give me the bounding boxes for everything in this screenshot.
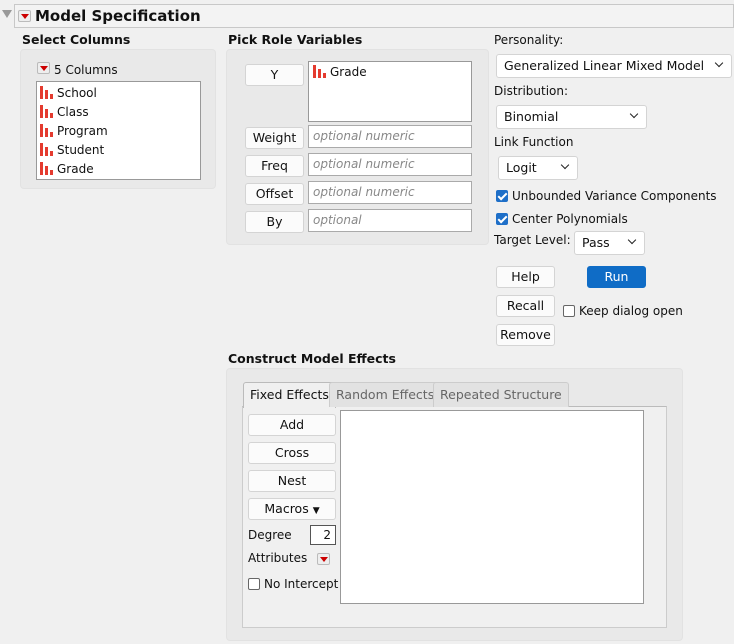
attributes-menu-icon[interactable]	[317, 553, 330, 565]
distribution-label: Distribution:	[494, 84, 569, 98]
attributes-label: Attributes	[248, 551, 308, 565]
select-columns-label: Select Columns	[22, 32, 131, 47]
pick-role-label: Pick Role Variables	[228, 32, 363, 47]
column-item[interactable]: Class	[40, 103, 197, 122]
column-name: School	[57, 86, 97, 100]
nest-button[interactable]: Nest	[248, 470, 336, 492]
tab-random-effects[interactable]: Random Effects	[329, 382, 442, 407]
offset-input[interactable]: optional numeric	[308, 181, 472, 204]
y-role-list[interactable]: Grade	[308, 61, 472, 122]
keep-open-label: Keep dialog open	[579, 304, 683, 318]
columns-menu-icon[interactable]	[37, 62, 50, 74]
target-value: Pass	[582, 235, 610, 250]
personality-label: Personality:	[494, 33, 564, 47]
chevron-down-icon	[714, 58, 724, 68]
chevron-down-icon	[627, 235, 637, 245]
checkbox-unchecked-icon	[248, 578, 260, 590]
add-button[interactable]: Add	[248, 414, 336, 436]
chevron-down-icon	[560, 160, 570, 170]
dropdown-arrow-icon: ▼	[312, 506, 320, 516]
model-effects-list[interactable]	[340, 410, 644, 604]
nominal-icon	[40, 105, 54, 118]
no-intercept-checkbox[interactable]: No Intercept	[248, 577, 338, 591]
nominal-icon	[40, 143, 54, 156]
by-input[interactable]: optional	[308, 209, 472, 232]
construct-effects-label: Construct Model Effects	[228, 351, 396, 366]
column-count: 5 Columns	[54, 63, 118, 77]
red-triangle-menu-icon[interactable]	[18, 10, 31, 22]
remove-button[interactable]: Remove	[496, 324, 555, 346]
cross-button[interactable]: Cross	[248, 442, 336, 464]
select-columns-panel: 5 Columns School Class Program Student Grade	[20, 49, 216, 189]
column-name: Class	[57, 105, 89, 119]
nominal-icon	[313, 65, 327, 78]
unbounded-checkbox[interactable]: Unbounded Variance Components	[496, 189, 717, 203]
distribution-select[interactable]: Binomial	[496, 105, 647, 129]
nominal-icon	[40, 86, 54, 99]
keep-dialog-open-checkbox[interactable]: Keep dialog open	[563, 304, 683, 318]
center-label: Center Polynomials	[512, 212, 628, 226]
checkbox-unchecked-icon	[563, 305, 575, 317]
no-intercept-label: No Intercept	[264, 577, 339, 591]
help-button[interactable]: Help	[496, 266, 555, 288]
checkbox-checked-icon	[496, 213, 508, 225]
nominal-icon	[40, 162, 54, 175]
recall-button[interactable]: Recall	[496, 295, 555, 317]
offset-button[interactable]: Offset	[245, 183, 304, 205]
freq-input[interactable]: optional numeric	[308, 153, 472, 176]
chevron-down-icon	[629, 109, 639, 119]
column-item[interactable]: Program	[40, 122, 197, 141]
unbounded-label: Unbounded Variance Components	[512, 189, 717, 203]
link-function-select[interactable]: Logit	[498, 156, 578, 180]
center-polynomials-checkbox[interactable]: Center Polynomials	[496, 212, 628, 226]
checkbox-checked-icon	[496, 190, 508, 202]
outline-header: Model Specification	[14, 4, 734, 28]
tab-repeated-structure[interactable]: Repeated Structure	[433, 382, 569, 407]
nominal-icon	[40, 124, 54, 137]
column-name: Student	[57, 143, 105, 157]
column-name: Program	[57, 124, 108, 138]
distribution-value: Binomial	[504, 109, 559, 124]
macros-label: Macros	[264, 501, 309, 516]
run-button[interactable]: Run	[587, 266, 646, 288]
weight-button[interactable]: Weight	[245, 127, 304, 149]
column-item[interactable]: Student	[40, 141, 197, 160]
degree-label: Degree	[248, 528, 292, 542]
target-level-select[interactable]: Pass	[574, 231, 645, 255]
weight-input[interactable]: optional numeric	[308, 125, 472, 148]
link-function-label: Link Function	[494, 135, 574, 149]
personality-value: Generalized Linear Mixed Model	[504, 58, 705, 73]
link-value: Logit	[506, 160, 537, 175]
y-role-button[interactable]: Y	[245, 64, 304, 86]
target-level-label: Target Level:	[494, 233, 571, 247]
collapse-triangle-icon[interactable]	[2, 10, 12, 18]
column-item[interactable]: Grade	[40, 160, 197, 179]
column-item[interactable]: School	[40, 84, 197, 103]
tab-fixed-effects[interactable]: Fixed Effects	[243, 382, 336, 408]
degree-input[interactable]: 2	[310, 525, 336, 545]
freq-button[interactable]: Freq	[245, 155, 304, 177]
page-title: Model Specification	[35, 7, 201, 25]
personality-select[interactable]: Generalized Linear Mixed Model	[496, 54, 732, 78]
macros-button[interactable]: Macros ▼	[248, 498, 336, 520]
column-name: Grade	[57, 162, 94, 176]
by-button[interactable]: By	[245, 211, 304, 233]
y-value: Grade	[330, 65, 367, 79]
column-list[interactable]: School Class Program Student Grade	[36, 81, 201, 180]
